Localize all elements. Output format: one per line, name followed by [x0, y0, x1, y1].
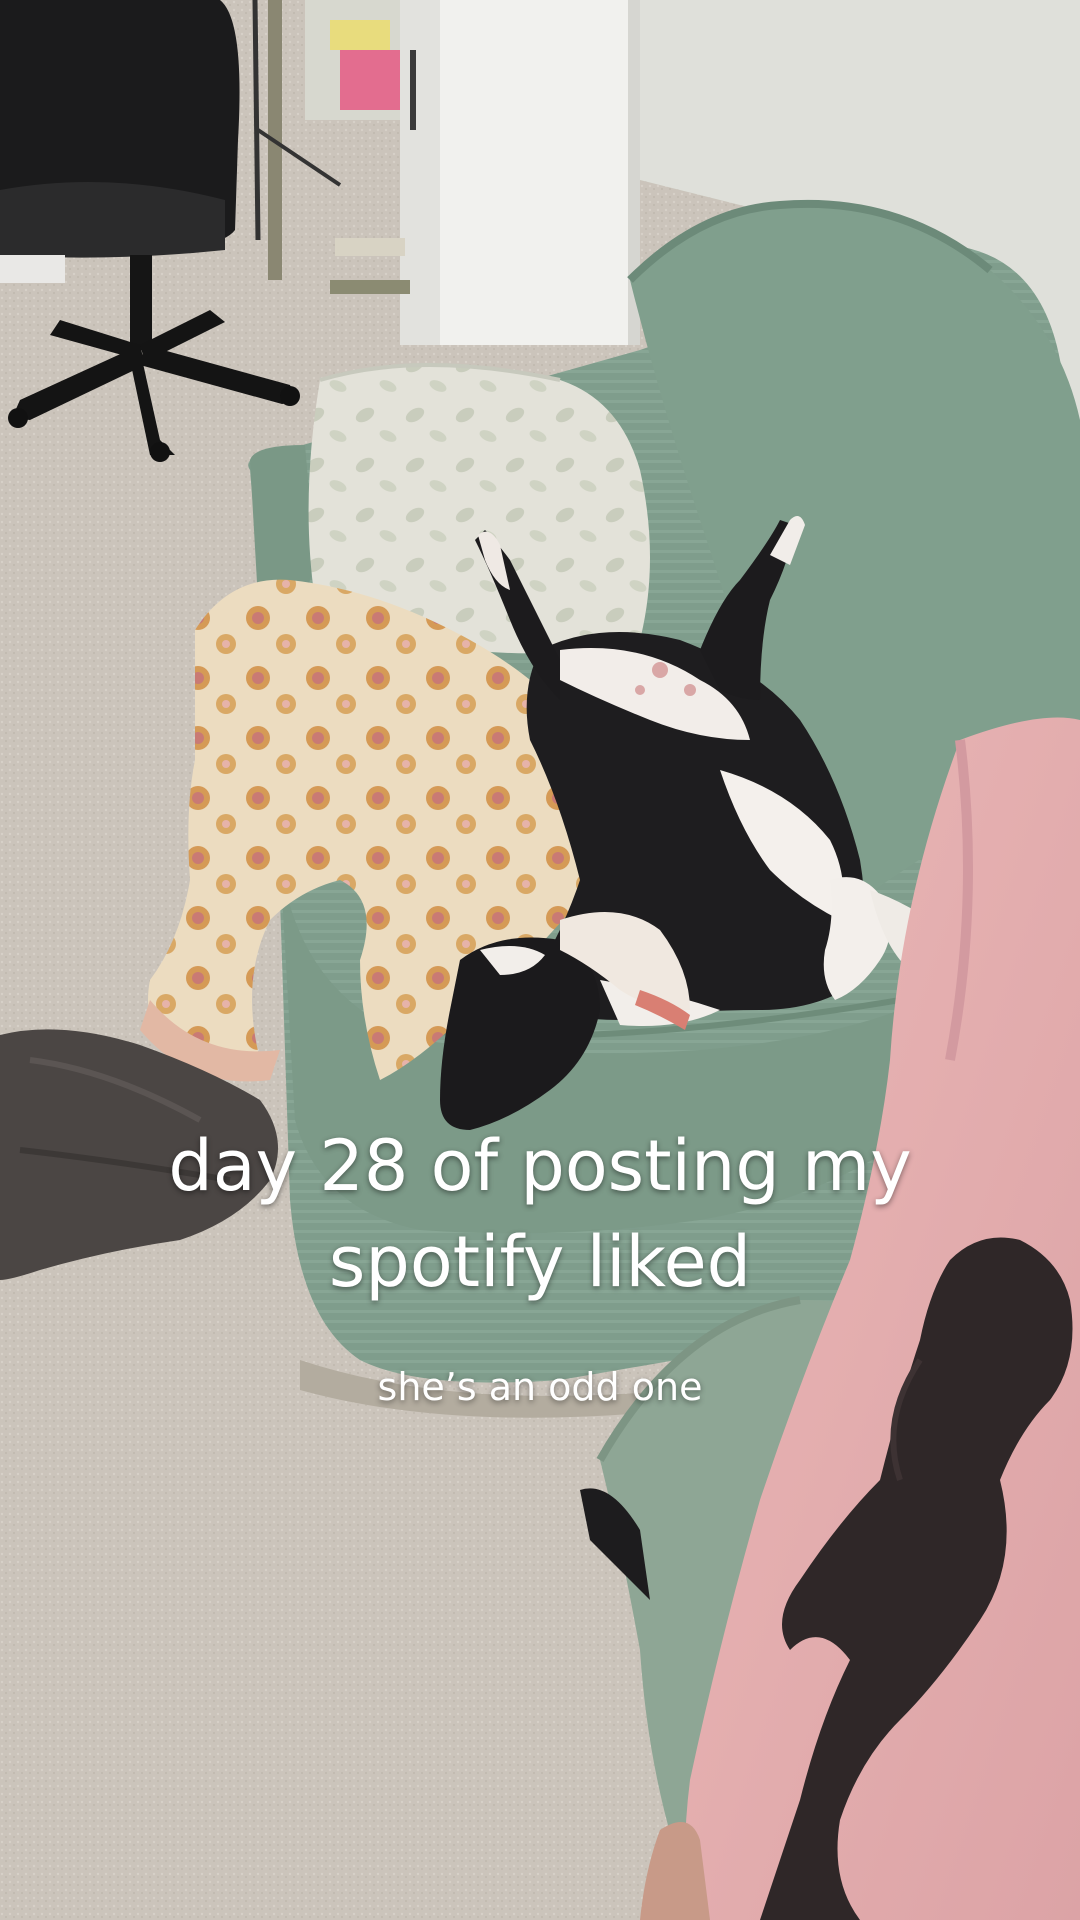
video-frame: day 28 of posting my spotify liked she’s…: [0, 0, 1080, 1920]
photo-scene: [0, 0, 1080, 1920]
video-subcaption: she’s an odd one: [377, 1365, 703, 1409]
caption-line-1: day 28 of posting my: [168, 1125, 912, 1207]
video-caption: day 28 of posting my spotify liked: [0, 1118, 1080, 1310]
caption-line-2: spotify liked: [328, 1221, 752, 1303]
